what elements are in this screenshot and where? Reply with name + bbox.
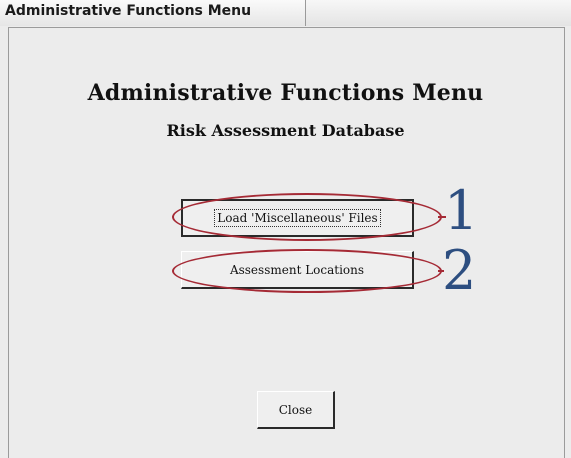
assessment-locations-button[interactable]: Assessment Locations <box>181 251 414 289</box>
window-titlebar[interactable]: Administrative Functions Menu <box>0 0 571 26</box>
page-title: Administrative Functions Menu <box>87 80 484 106</box>
callout-number-2: 2 <box>442 239 477 302</box>
admin-functions-window: Administrative Functions Menu Administra… <box>0 0 571 458</box>
page-subtitle: Risk Assessment Database <box>166 121 405 140</box>
load-misc-files-label: Load 'Miscellaneous' Files <box>214 209 381 227</box>
callout-number-1: 1 <box>444 179 479 242</box>
window-title-tab: Administrative Functions Menu <box>0 0 306 26</box>
load-misc-files-button[interactable]: Load 'Miscellaneous' Files <box>181 199 414 237</box>
close-button[interactable]: Close <box>257 391 335 429</box>
window-title: Administrative Functions Menu <box>5 3 252 19</box>
